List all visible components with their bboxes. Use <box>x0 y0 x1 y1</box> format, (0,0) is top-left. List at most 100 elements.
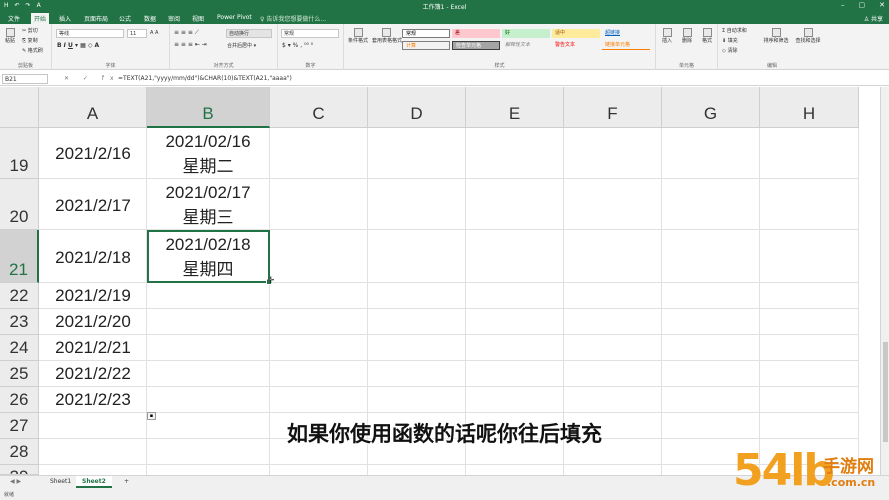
row-header-26[interactable]: 26 <box>0 387 39 413</box>
autosum-button[interactable]: Σ 自动求和 <box>722 27 747 34</box>
cut-button[interactable]: ✂ 剪切 <box>22 27 38 34</box>
style-warning[interactable]: 警告文本 <box>552 41 600 50</box>
ribbon-tabs: 文件 开始 插入 页面布局 公式 数据 审阅 视图 Power Pivot ♀ … <box>0 12 889 24</box>
format-as-table-button[interactable]: 套用表格格式 <box>372 28 402 44</box>
window-buttons: – ▢ ✕ <box>841 1 885 9</box>
cell-a20[interactable]: 2021/2/17 <box>39 196 147 216</box>
conditional-format-label: 条件格式 <box>347 38 368 44</box>
column-header-c[interactable]: C <box>270 87 368 128</box>
style-hyperlink[interactable]: 超链接 <box>602 29 650 38</box>
style-bad[interactable]: 差 <box>452 29 500 38</box>
row-header-29[interactable]: 29 <box>0 465 39 475</box>
style-explanatory[interactable]: 解释性文本 <box>502 41 550 50</box>
tab-home[interactable]: 开始 <box>31 13 50 24</box>
row-header-25[interactable]: 25 <box>0 361 39 387</box>
align-icons-bottom[interactable]: ≡ ≡ ≡ ⇤ ⇥ <box>174 41 207 48</box>
font-grow-icon[interactable]: A A <box>150 30 158 36</box>
sort-filter-icon <box>771 28 781 37</box>
column-header-e[interactable]: E <box>466 87 564 128</box>
delete-cells-button[interactable]: 删除 <box>680 28 694 44</box>
number-group-name: 数字 <box>305 63 316 69</box>
title-bar: H ↶ ↷ A 工作簿1 - Excel – ▢ ✕ <box>0 0 889 12</box>
number-format-select[interactable]: 常规 <box>281 29 339 38</box>
select-all-corner[interactable] <box>0 87 39 128</box>
column-header-b[interactable]: B <box>147 87 270 128</box>
row-header-23[interactable]: 23 <box>0 309 39 335</box>
merge-center-button[interactable]: 合并后居中 ▾ <box>227 42 256 49</box>
align-icons-top[interactable]: ≡ ≡ ≡ ⟋ <box>174 29 199 37</box>
fx-buttons[interactable]: ✕ ✓ fx <box>64 75 120 82</box>
bold-italic-underline[interactable]: B I U ▾ ▦ ◇ A <box>57 42 99 49</box>
cut-label: 剪切 <box>27 28 38 34</box>
format-painter-button[interactable]: ✎ 格式刷 <box>22 47 43 54</box>
font-group-name: 字体 <box>105 63 116 69</box>
tab-page-layout[interactable]: 页面布局 <box>84 14 108 23</box>
wrap-text-button[interactable]: 自动换行 <box>226 29 272 38</box>
paste-label: 粘贴 <box>4 38 15 44</box>
minimize-button[interactable]: – <box>841 1 845 9</box>
add-sheet-button[interactable]: + <box>118 476 135 488</box>
tab-view[interactable]: 视图 <box>192 14 204 23</box>
cell-b20[interactable]: 2021/02/17 星期三 <box>147 180 269 230</box>
style-linked-cell[interactable]: 链接单元格 <box>602 41 650 50</box>
style-normal[interactable]: 常规 <box>402 29 450 38</box>
row-header-20[interactable]: 20 <box>0 179 39 230</box>
sheet-tab-sheet2[interactable]: Sheet2 <box>76 476 112 488</box>
fill-button[interactable]: ⬇ 填充 <box>722 37 738 44</box>
cell-a24[interactable]: 2021/2/21 <box>39 338 147 358</box>
conditional-format-button[interactable]: 条件格式 <box>346 28 370 44</box>
cell-a19[interactable]: 2021/2/16 <box>39 144 147 164</box>
style-check-cell[interactable]: 检查单元格 <box>452 41 500 50</box>
vertical-scrollbar[interactable] <box>880 87 889 475</box>
column-header-d[interactable]: D <box>368 87 466 128</box>
style-neutral[interactable]: 适中 <box>552 29 600 38</box>
style-good[interactable]: 好 <box>502 29 550 38</box>
column-header-a[interactable]: A <box>39 87 147 128</box>
insert-cells-button[interactable]: 插入 <box>660 28 674 44</box>
row-header-24[interactable]: 24 <box>0 335 39 361</box>
copy-button[interactable]: ⎘ 复制 <box>22 37 38 44</box>
cell-a25[interactable]: 2021/2/22 <box>39 364 147 384</box>
cell-a21[interactable]: 2021/2/18 <box>39 248 147 268</box>
tab-review[interactable]: 审阅 <box>168 14 180 23</box>
name-box[interactable]: B21 <box>2 74 48 84</box>
cell-a26[interactable]: 2021/2/23 <box>39 390 147 410</box>
sheet-nav-arrows[interactable]: ◀ ▶ <box>4 476 27 488</box>
close-button[interactable]: ✕ <box>879 1 885 9</box>
tell-me-search[interactable]: ♀ 告诉我您想要做什么... <box>260 14 326 23</box>
formula-input[interactable]: =TEXT(A21,"yyyy/mm/dd")&CHAR(10)&TEXT(A2… <box>118 75 292 82</box>
paste-button[interactable]: 粘贴 <box>3 28 17 44</box>
cell-b19[interactable]: 2021/02/16 星期二 <box>147 129 269 179</box>
clear-button[interactable]: ◇ 清除 <box>722 47 737 54</box>
sort-filter-button[interactable]: 排序和筛选 <box>762 28 790 44</box>
cell-a23[interactable]: 2021/2/20 <box>39 312 147 332</box>
column-header-f[interactable]: F <box>564 87 662 128</box>
find-select-button[interactable]: 查找和选择 <box>794 28 822 44</box>
tab-formulas[interactable]: 公式 <box>119 14 131 23</box>
row-header-21[interactable]: 21 <box>0 230 39 283</box>
tab-file[interactable]: 文件 <box>8 14 20 23</box>
row-header-22[interactable]: 22 <box>0 283 39 309</box>
gridline <box>39 334 859 335</box>
row-header-19[interactable]: 19 <box>0 128 39 179</box>
format-cells-button[interactable]: 格式 <box>700 28 714 44</box>
cell-a22[interactable]: 2021/2/19 <box>39 286 147 306</box>
tab-power-pivot[interactable]: Power Pivot <box>217 14 252 21</box>
column-header-g[interactable]: G <box>662 87 760 128</box>
number-group: 常规 $ ▾ % , ⁰⁰ ⁰ 数字 <box>278 24 344 70</box>
maximize-button[interactable]: ▢ <box>859 1 866 9</box>
share-button[interactable]: ♙ 共享 <box>864 14 883 23</box>
font-size-select[interactable]: 11 <box>127 29 147 38</box>
watermark-url: .com.cn <box>827 476 876 489</box>
tab-data[interactable]: 数据 <box>144 14 156 23</box>
column-header-h[interactable]: H <box>760 87 859 128</box>
number-format-icons[interactable]: $ ▾ % , ⁰⁰ ⁰ <box>282 42 313 49</box>
editing-group: Σ 自动求和 ⬇ 填充 ◇ 清除 排序和筛选 查找和选择 编辑 <box>718 24 826 70</box>
font-name-select[interactable]: 等线 <box>56 29 124 38</box>
tab-insert[interactable]: 插入 <box>59 14 71 23</box>
style-calculation[interactable]: 计算 <box>402 41 450 50</box>
sheet-tab-sheet1[interactable]: Sheet1 <box>44 476 77 488</box>
active-cell-selection <box>147 230 270 283</box>
alignment-group: ≡ ≡ ≡ ⟋ ≡ ≡ ≡ ⇤ ⇥ 自动换行 合并后居中 ▾ 对齐方式 <box>170 24 278 70</box>
sort-filter-label: 排序和筛选 <box>763 38 789 44</box>
